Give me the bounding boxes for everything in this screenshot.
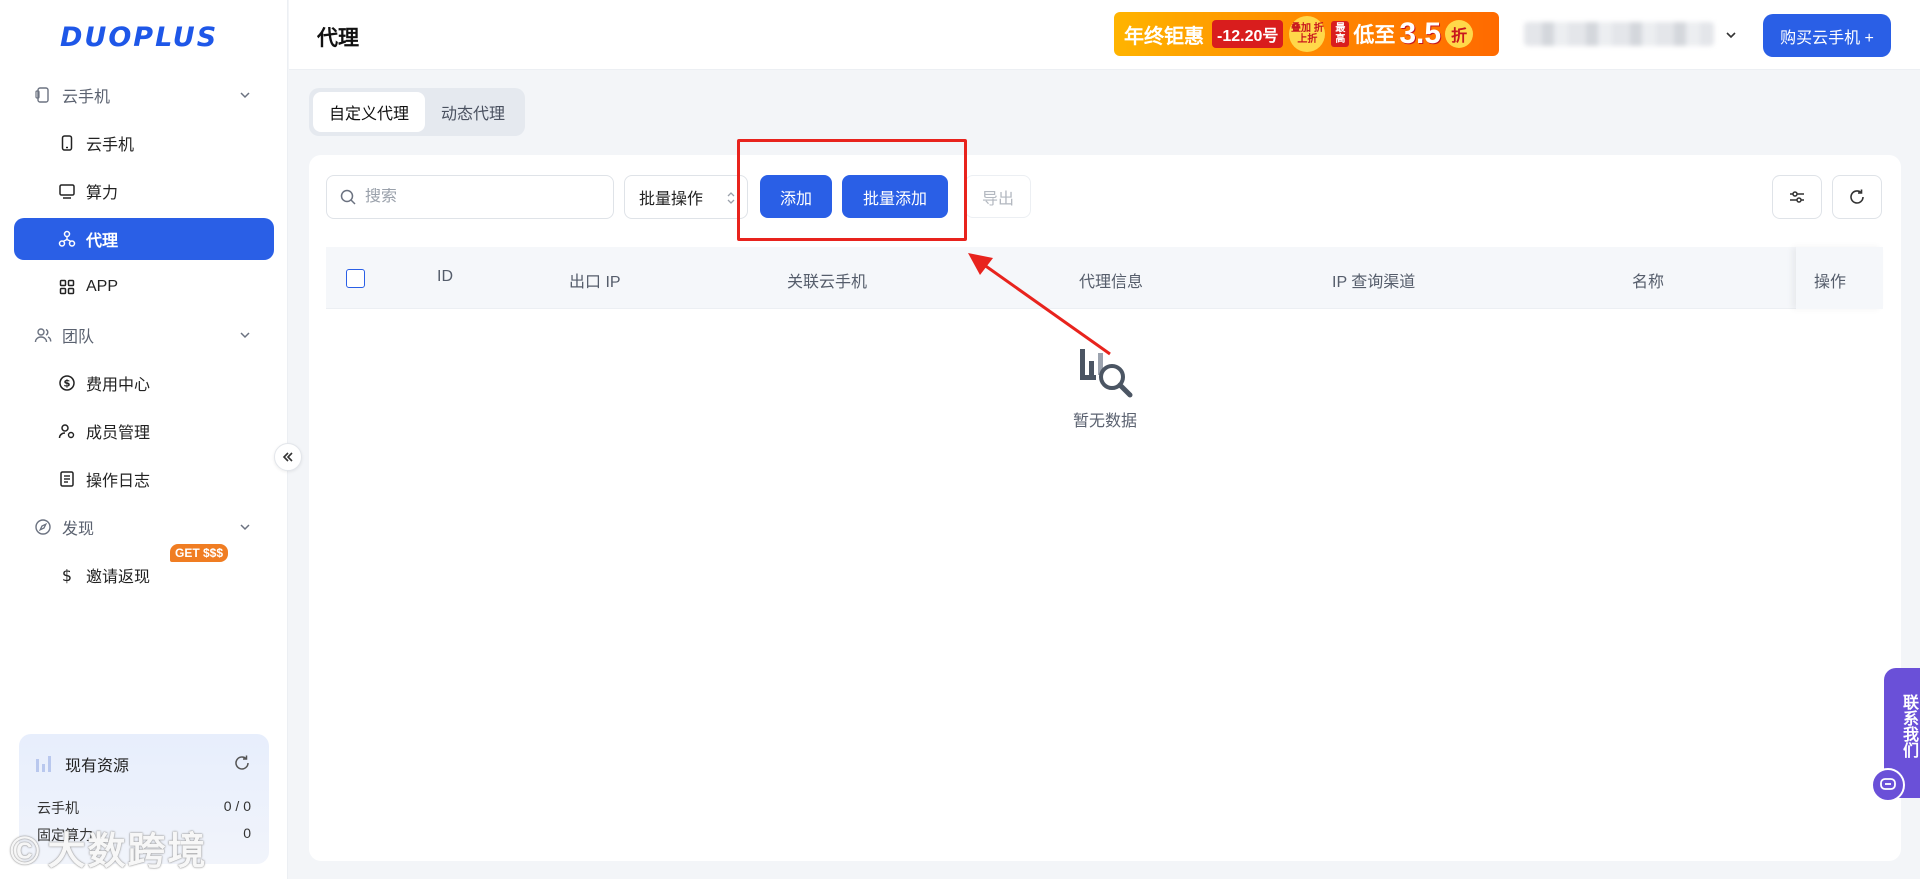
sidebar-item-billing[interactable]: $ 费用中心 <box>14 362 274 404</box>
resources-title-label: 现有资源 <box>65 758 130 775</box>
chat-bubble-icon <box>1880 778 1896 790</box>
page-title: 代理 <box>317 27 359 50</box>
sort-updown-icon <box>727 192 735 204</box>
sidebar-item-compute[interactable]: 算力 <box>14 170 274 212</box>
refresh-icon[interactable] <box>233 754 251 772</box>
watermark-text: 大数跨境 <box>47 831 208 873</box>
select-all-checkbox[interactable] <box>346 269 365 288</box>
promo-low: 低至 <box>1353 24 1396 47</box>
no-data-icon <box>1080 349 1133 398</box>
duoplus-logo[interactable]: DUOPLUS <box>60 22 218 53</box>
chevron-down-icon[interactable] <box>1724 28 1738 42</box>
sidebar-item-app[interactable]: APP <box>14 266 274 308</box>
refresh-icon <box>1850 189 1864 204</box>
sidebar-group-team[interactable]: 团队 <box>14 315 274 355</box>
batch-operations-select[interactable]: 批量操作 <box>624 175 748 219</box>
empty-state: 暂无数据 <box>1035 345 1175 431</box>
sliders-icon <box>1790 191 1804 203</box>
sidebar-item-referral[interactable]: $ 邀请返现 GET $$$ <box>14 544 274 596</box>
batch-operations-label: 批量操作 <box>639 191 704 208</box>
promo-banner[interactable]: 年终钜惠 -12.20号 叠加 折上折 最高 低至 3.5 折 <box>1114 12 1499 56</box>
sidebar-group-label: 发现 <box>62 521 95 538</box>
collapse-sidebar-button[interactable] <box>274 443 302 471</box>
network-icon <box>58 230 76 247</box>
member-icon <box>58 424 75 439</box>
sidebar-item-label: 云手机 <box>86 137 135 154</box>
sidebar-item-logs[interactable]: 操作日志 <box>14 458 274 500</box>
chevron-down-icon <box>240 524 250 531</box>
sidebar-group-discover[interactable]: 发现 <box>14 507 274 547</box>
refresh-button[interactable] <box>1832 175 1882 219</box>
empty-state-text: 暂无数据 <box>1072 413 1137 430</box>
watermark: © 大数跨境 <box>10 829 208 873</box>
column-exit-ip: 出口 IP <box>569 274 621 291</box>
phone-icon <box>61 135 73 151</box>
promo-text: 年终钜惠 <box>1124 25 1204 48</box>
sidebar-item-label: 成员管理 <box>86 425 151 442</box>
promo-number: 3.5 <box>1399 17 1442 50</box>
double-chevron-left-icon <box>282 452 293 462</box>
log-icon <box>60 471 74 487</box>
chevron-down-icon <box>240 92 250 99</box>
sidebar-group-cloud-phone[interactable]: 云手机 <box>14 75 274 115</box>
sidebar-item-label: APP <box>86 278 119 295</box>
column-operations: 操作 <box>1814 274 1847 291</box>
column-ip-query-channel: IP 查询渠道 <box>1332 274 1416 291</box>
compass-icon <box>35 519 51 535</box>
sidebar-item-label: 操作日志 <box>86 473 151 490</box>
sidebar-item-proxy[interactable]: 代理 <box>14 218 274 260</box>
resource-label: 云手机 <box>37 800 79 816</box>
svg-text:$: $ <box>62 566 72 584</box>
export-button[interactable]: 导出 <box>965 175 1031 218</box>
chat-icon[interactable] <box>1871 768 1905 802</box>
table-header: ID 出口 IP 关联云手机 代理信息 IP 查询渠道 名称 操作 <box>326 247 1883 309</box>
resources-title: 现有资源 <box>35 752 253 776</box>
sidebar: DUOPLUS 云手机 云手机 算力 代理 APP 团队 $ 费用中心 成员管理… <box>0 0 288 879</box>
sidebar-item-label: 邀请返现 <box>86 569 151 586</box>
chevron-down-icon <box>240 332 250 339</box>
sidebar-group-label: 团队 <box>62 329 95 346</box>
bar-chart-icon <box>36 756 51 772</box>
search-input[interactable] <box>365 188 595 206</box>
referral-badge: GET $$$ <box>170 544 229 562</box>
promo-date: -12.20号 <box>1212 20 1284 48</box>
filter-settings-button[interactable] <box>1772 175 1822 219</box>
sidebar-item-cloud-phone[interactable]: 云手机 <box>14 122 274 164</box>
annotation-highlight-box <box>737 139 967 241</box>
resource-value: 0 <box>243 825 251 841</box>
proxy-list-card: 批量操作 添加 批量添加 导出 ID 出口 IP 关联云手机 代理信息 IP 查… <box>309 155 1901 861</box>
phone-outline-icon <box>35 87 49 103</box>
proxy-tabs: 自定义代理 动态代理 <box>309 88 526 136</box>
promo-stack: 叠加 折上折 <box>1289 16 1326 52</box>
sidebar-item-label: 费用中心 <box>86 377 151 394</box>
sidebar-item-label: 算力 <box>86 185 119 202</box>
tab-dynamic-proxy[interactable]: 动态代理 <box>425 92 521 132</box>
dollar-icon: $ <box>62 566 72 584</box>
users-icon <box>34 328 52 343</box>
column-id: ID <box>437 268 453 285</box>
sidebar-item-label: 代理 <box>86 233 119 250</box>
monitor-icon <box>59 184 75 199</box>
resource-value: 0 / 0 <box>223 798 251 814</box>
resource-row-cloud-phone: 云手机 0 / 0 <box>37 798 251 818</box>
buy-cloud-phone-button[interactable]: 购买云手机 + <box>1763 14 1891 57</box>
svg-text:$: $ <box>64 379 71 390</box>
promo-zhe: 折 <box>1445 20 1474 48</box>
column-linked-phone: 关联云手机 <box>787 274 868 291</box>
dollar-circle-icon: $ <box>59 375 75 391</box>
sidebar-item-members[interactable]: 成员管理 <box>14 410 274 452</box>
tab-custom-proxy[interactable]: 自定义代理 <box>313 92 426 132</box>
top-header: 代理 年终钜惠 -12.20号 叠加 折上折 最高 低至 3.5 折 购买云手机… <box>289 0 1920 70</box>
column-proxy-info: 代理信息 <box>1079 274 1144 291</box>
promo-highest: 最高 <box>1331 21 1350 47</box>
apps-grid-icon <box>59 279 75 295</box>
user-account-blurred[interactable] <box>1524 22 1714 46</box>
sidebar-group-label: 云手机 <box>62 89 111 106</box>
search-box[interactable] <box>326 175 614 219</box>
search-icon <box>340 189 356 205</box>
column-name: 名称 <box>1632 274 1665 291</box>
